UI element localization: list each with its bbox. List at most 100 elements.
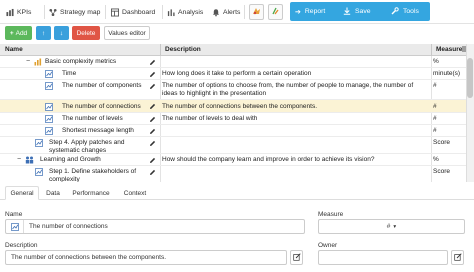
edit-icon[interactable] — [147, 155, 158, 166]
table-row[interactable]: The number of connections The number of … — [0, 100, 466, 113]
tab-performance-label: Performance — [72, 189, 110, 197]
tab-context[interactable]: Context — [118, 186, 152, 200]
edit-icon[interactable] — [147, 101, 158, 112]
row-description: How should the company learn and improve… — [162, 156, 375, 163]
row-measure: Score — [433, 168, 450, 175]
edit-owner-button[interactable] — [451, 250, 464, 265]
table-row[interactable]: The number of levels The number of level… — [0, 113, 466, 125]
edit-icon[interactable] — [147, 57, 158, 68]
metric-group-icon — [34, 58, 42, 69]
analysis-icon — [167, 8, 175, 16]
plus-icon: + — [9, 29, 14, 37]
table-row[interactable]: Time How long does it take to perform a … — [0, 68, 466, 80]
edit-icon[interactable] — [147, 138, 158, 149]
description-value: The number of connections between the co… — [11, 254, 167, 261]
indicator-icon — [45, 102, 53, 114]
external-edit-icon — [453, 252, 462, 263]
measure-label: Measure — [318, 211, 344, 218]
indicator-icon — [45, 70, 53, 81]
row-measure: # — [433, 127, 437, 134]
external-edit-icon — [292, 252, 301, 263]
row-measure: % — [433, 58, 439, 65]
row-description: The number of connections between the co… — [162, 102, 318, 110]
scrollbar-thumb[interactable] — [467, 58, 473, 98]
indicator-type-icon[interactable] — [6, 220, 24, 233]
column-header-measure[interactable]: Measure — [431, 44, 468, 56]
name-value: The number of connections — [29, 223, 108, 230]
row-name: Step 1. Define stakeholders of complexit… — [49, 168, 137, 182]
name-field[interactable]: The number of connections — [5, 219, 305, 234]
row-measure: minute(s) — [433, 70, 461, 77]
column-divider — [431, 44, 432, 56]
row-name: Time — [62, 70, 77, 77]
nav-divider — [105, 5, 106, 19]
scorecard-step-icon — [35, 139, 43, 150]
edit-icon[interactable] — [147, 126, 158, 137]
scorecard-step-icon — [35, 168, 43, 179]
nav-strategy-map[interactable]: Strategy map — [49, 0, 100, 24]
download-icon — [343, 7, 351, 17]
link-button[interactable] — [268, 4, 283, 20]
editor-toolbar: + Add ↑ ↓ Delete Values editor — [0, 24, 474, 42]
arrow-down-icon: ↓ — [59, 29, 64, 37]
add-button[interactable]: + Add — [5, 26, 32, 40]
nav-alerts[interactable]: Alerts — [212, 0, 240, 24]
detail-tabs: General Data Performance Context — [0, 186, 474, 200]
save-button[interactable]: Save — [343, 2, 371, 21]
row-description: The number of levels to deal with — [162, 115, 258, 122]
values-editor-button[interactable]: Values editor — [104, 26, 150, 40]
column-divider — [160, 44, 161, 56]
perspective-icon — [25, 156, 34, 167]
row-name: Basic complexity metrics — [45, 58, 117, 65]
edit-description-button[interactable] — [290, 250, 303, 265]
collapse-icon[interactable]: − — [17, 156, 22, 164]
column-header-description[interactable]: Description — [160, 44, 431, 56]
kpi-icon — [6, 8, 14, 16]
colorize-button[interactable] — [249, 4, 264, 20]
measure-value: # — [386, 223, 391, 230]
row-measure: # — [433, 115, 437, 122]
report-button[interactable]: ➔ Report — [295, 2, 325, 21]
tab-data[interactable]: Data — [42, 186, 64, 200]
description-label: Description — [5, 242, 38, 249]
nav-kpis-label: KPIs — [17, 8, 32, 16]
row-name: Learning and Growth — [40, 156, 101, 163]
nav-dashboard[interactable]: Dashboard — [111, 0, 155, 24]
indicator-icon — [45, 127, 53, 138]
nav-kpis[interactable]: KPIs — [6, 0, 31, 24]
row-name: The number of components — [62, 82, 142, 89]
table-row[interactable]: Step 4. Apply patches and systematic cha… — [0, 137, 466, 154]
table-row[interactable]: The number of components The number of o… — [0, 80, 466, 100]
table-row[interactable]: − Learning and Growth How should the com… — [0, 154, 466, 166]
tab-general[interactable]: General — [5, 186, 39, 200]
tab-data-label: Data — [46, 189, 60, 197]
delete-button[interactable]: Delete — [72, 26, 100, 40]
delete-label: Delete — [76, 29, 96, 37]
move-up-button[interactable]: ↑ — [36, 26, 51, 40]
description-field[interactable]: The number of connections between the co… — [5, 250, 287, 265]
column-header-measure-label: Measure — [436, 46, 463, 53]
palette-icon — [252, 7, 261, 18]
edit-icon[interactable] — [147, 114, 158, 125]
bell-icon — [212, 8, 220, 16]
measure-select[interactable]: # ▾ — [318, 219, 465, 234]
edit-icon[interactable] — [147, 167, 158, 178]
column-header-name[interactable]: Name — [0, 44, 160, 56]
owner-field[interactable] — [318, 250, 448, 265]
tab-performance[interactable]: Performance — [68, 186, 114, 200]
table-row[interactable]: Step 1. Define stakeholders of complexit… — [0, 166, 466, 182]
row-measure: % — [433, 156, 439, 163]
edit-icon[interactable] — [147, 81, 158, 92]
nav-analysis[interactable]: Analysis — [167, 0, 203, 24]
tools-button[interactable]: Tools — [391, 2, 419, 21]
collapse-icon[interactable]: − — [26, 58, 31, 66]
wrench-icon — [391, 6, 399, 17]
edit-icon[interactable] — [147, 69, 158, 80]
owner-label: Owner — [318, 242, 338, 249]
table-row[interactable]: − Basic complexity metrics % — [0, 56, 466, 68]
save-label: Save — [355, 8, 371, 15]
move-down-button[interactable]: ↓ — [54, 26, 69, 40]
row-measure: Score — [433, 139, 450, 146]
table-row[interactable]: Shortest message length # — [0, 125, 466, 137]
tools-label: Tools — [403, 8, 419, 15]
